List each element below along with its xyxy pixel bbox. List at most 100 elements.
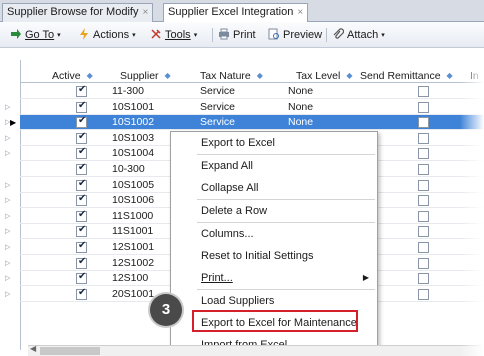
menu-item-reset-settings[interactable]: Reset to Initial Settings <box>171 245 377 267</box>
active-checkbox[interactable] <box>76 131 87 144</box>
expand-row-icon[interactable]: ▷ <box>5 181 10 189</box>
supplier-cell: 11-300 <box>112 85 144 97</box>
supplier-cell: 11S1001 <box>112 225 154 237</box>
highlight-box <box>192 310 358 332</box>
send-remittance-checkbox[interactable] <box>418 133 429 144</box>
active-checkbox[interactable] <box>76 115 87 128</box>
chevron-down-icon: ▾ <box>381 32 385 39</box>
tab-label: Supplier Excel Integration <box>168 6 294 18</box>
active-checkbox[interactable] <box>76 193 87 206</box>
active-checkbox[interactable] <box>76 162 87 175</box>
lightning-icon <box>80 28 88 40</box>
send-remittance-checkbox[interactable] <box>418 289 429 300</box>
scroll-thumb[interactable] <box>40 347 100 355</box>
tax-level-cell: None <box>288 101 314 113</box>
table-row[interactable]: 10S1001 Service None <box>20 100 484 115</box>
menu-item-export-to-excel[interactable]: Export to Excel <box>171 132 377 154</box>
tax-level-cell: None <box>288 85 314 97</box>
grid-header: Active ◆ Supplier ◆ Tax Nature ◆ Tax Level ◆… <box>20 69 484 83</box>
expand-row-icon[interactable]: ▷ <box>5 259 10 267</box>
preview-icon <box>268 28 279 40</box>
send-remittance-checkbox[interactable] <box>418 273 429 284</box>
scroll-left-icon[interactable]: ◀ <box>30 344 36 353</box>
tab-supplier-excel-integration[interactable]: Supplier Excel Integration × <box>163 3 309 23</box>
active-checkbox[interactable] <box>76 271 87 284</box>
column-header-supplier[interactable]: Supplier ◆ <box>120 70 171 82</box>
active-checkbox[interactable] <box>76 84 87 97</box>
send-remittance-checkbox[interactable] <box>418 258 429 269</box>
tab-strip: Supplier Browse for Modify × Supplier Exc… <box>0 0 484 23</box>
expand-row-icon[interactable]: ▷ <box>5 227 10 235</box>
sort-icon: ◆ <box>86 71 93 80</box>
send-remittance-checkbox[interactable] <box>418 86 429 97</box>
menu-item-collapse-all[interactable]: Collapse All <box>171 177 377 199</box>
column-header-send-remittance[interactable]: Send Remittance ◆ <box>360 70 453 82</box>
send-remittance-checkbox[interactable] <box>418 211 429 222</box>
menu-item-columns[interactable]: Columns... <box>171 223 377 245</box>
expand-row-icon[interactable]: ▷ <box>5 290 10 298</box>
menu-item-expand-all[interactable]: Expand All <box>171 155 377 177</box>
menu-item-print[interactable]: Print... ▶ <box>171 267 377 289</box>
expand-row-icon[interactable]: ▷ <box>5 103 10 111</box>
toolbar-divider <box>326 28 327 42</box>
tab-supplier-browse[interactable]: Supplier Browse for Modify × <box>2 3 154 22</box>
step-callout: 3 <box>150 294 182 326</box>
send-remittance-checkbox[interactable] <box>418 242 429 253</box>
send-remittance-checkbox[interactable] <box>418 102 429 113</box>
expand-row-icon[interactable]: ▷ <box>5 274 10 282</box>
active-checkbox[interactable] <box>76 224 87 237</box>
supplier-cell: 10S1004 <box>112 147 155 159</box>
active-checkbox[interactable] <box>76 209 87 222</box>
send-remittance-checkbox[interactable] <box>418 117 429 128</box>
tools-menu-button[interactable]: Tools ▾ <box>150 27 197 43</box>
send-remittance-checkbox[interactable] <box>418 226 429 237</box>
menu-item-load-suppliers[interactable]: Load Suppliers <box>171 290 377 312</box>
supplier-cell: 12S1002 <box>112 257 155 269</box>
active-checkbox[interactable] <box>76 256 87 269</box>
supplier-cell: 20S1001 <box>112 288 155 300</box>
expand-row-icon[interactable]: ▷ <box>5 134 10 142</box>
horizontal-scrollbar[interactable]: ◀ <box>28 344 484 356</box>
table-row[interactable]: 10S1002 Service None <box>20 115 484 130</box>
expand-row-icon[interactable]: ▷ <box>5 243 10 251</box>
actions-menu-button[interactable]: Actions ▾ <box>78 27 136 43</box>
active-checkbox[interactable] <box>76 178 87 191</box>
active-checkbox[interactable] <box>76 240 87 253</box>
expand-row-icon[interactable]: ▷ <box>5 149 10 157</box>
table-row[interactable]: 11-300 Service None <box>20 84 484 99</box>
supplier-cell: 10-300 <box>112 163 145 175</box>
sort-icon: ◆ <box>256 71 263 80</box>
print-button[interactable]: Print <box>218 27 256 43</box>
supplier-cell: 12S100 <box>112 272 149 284</box>
active-checkbox[interactable] <box>76 146 87 159</box>
close-icon[interactable]: × <box>142 7 148 18</box>
expand-row-icon[interactable]: ▷ <box>5 196 10 204</box>
sort-icon: ◆ <box>346 71 353 80</box>
tab-label: Supplier Browse for Modify <box>7 6 139 18</box>
tax-nature-cell: Service <box>200 85 236 97</box>
close-icon[interactable]: × <box>297 7 303 18</box>
toolbar: Go To ▾ Actions ▾ Tools ▾ Print Preview Att… <box>0 22 484 48</box>
send-remittance-checkbox[interactable] <box>418 164 429 175</box>
supplier-cell: 10S1006 <box>112 194 155 206</box>
goto-menu-button[interactable]: Go To ▾ <box>10 27 61 43</box>
sort-icon: ◆ <box>446 71 453 80</box>
send-remittance-checkbox[interactable] <box>418 180 429 191</box>
preview-button[interactable]: Preview <box>268 27 322 43</box>
edge-fade <box>460 48 484 356</box>
supplier-cell: 10S1002 <box>112 116 155 128</box>
active-checkbox[interactable] <box>76 100 87 113</box>
chevron-down-icon: ▾ <box>57 32 61 39</box>
attach-menu-button[interactable]: Attach ▾ <box>332 27 385 43</box>
paperclip-icon <box>333 28 344 39</box>
column-header-active[interactable]: Active ◆ <box>52 70 93 82</box>
sort-icon: ◆ <box>164 71 171 80</box>
current-row-indicator-icon: ▶ <box>10 118 17 127</box>
send-remittance-checkbox[interactable] <box>418 148 429 159</box>
menu-item-delete-row[interactable]: Delete a Row <box>171 200 377 222</box>
column-header-tax-nature[interactable]: Tax Nature ◆ <box>200 70 263 82</box>
active-checkbox[interactable] <box>76 287 87 300</box>
expand-row-icon[interactable]: ▷ <box>5 212 10 220</box>
column-header-tax-level[interactable]: Tax Level ◆ <box>296 70 353 82</box>
send-remittance-checkbox[interactable] <box>418 195 429 206</box>
